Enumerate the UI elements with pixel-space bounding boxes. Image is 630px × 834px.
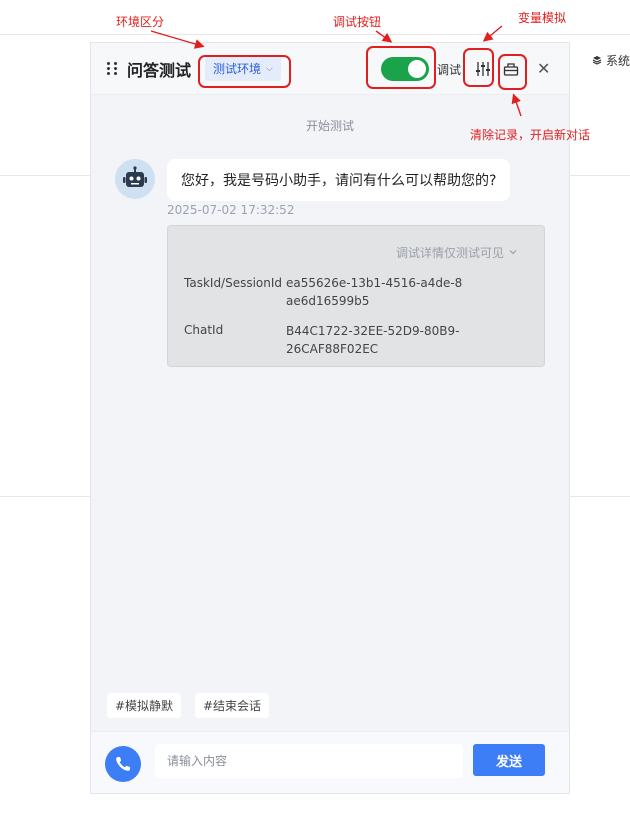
debug-label: 调试 (437, 63, 462, 77)
close-icon[interactable]: ✕ (537, 59, 550, 78)
send-button[interactable]: 发送 (473, 744, 545, 776)
message-timestamp: 2025-07-02 17:32:52 (167, 203, 295, 217)
annotation-debug-label: 调试按钮 (333, 15, 382, 29)
annotation-variable-label: 变量模拟 (518, 11, 567, 25)
chat-id-value: B44C1722-32EE-52D9-80B9-26CAF88F02EC (286, 324, 460, 356)
phone-icon (116, 757, 130, 771)
task-id-key: TaskId/SessionId (184, 276, 283, 290)
quick-action-simulate-silence[interactable]: #模拟静默 (107, 693, 182, 718)
annotation-box-clear (498, 54, 527, 90)
annotation-box-env (198, 55, 291, 88)
bg-system-menu[interactable]: 系统 (592, 52, 630, 69)
debug-details-label: 调试详情仅测试可见 (395, 246, 504, 260)
bg-system-label: 系统 (605, 54, 630, 68)
bg-divider (0, 34, 630, 35)
panel-title: 问答测试 (127, 60, 192, 80)
page: 系统 问答测试 测试环境 ⌵ 调试 ✕ 开始测试 您好，我是号码小助手，请问有什… (0, 0, 630, 834)
debug-details-card: 调试详情仅测试可见 TaskId/SessionId ea55626e-13b1… (167, 225, 545, 367)
annotation-env-label: 环境区分 (116, 15, 165, 29)
bot-avatar (115, 159, 155, 199)
layers-icon (592, 54, 602, 68)
annotation-box-debug (366, 46, 436, 89)
robot-icon (123, 166, 147, 187)
bot-message-bubble: 您好，我是号码小助手，请问有什么可以帮助您的? (167, 159, 511, 201)
input-footer: 发送 (91, 731, 569, 793)
chevron-down-icon (508, 246, 518, 260)
quick-action-end-session[interactable]: #结束会话 (195, 693, 270, 718)
task-id-value: ea55626e-13b1-4516-a4de-8ae6d16599b5 (286, 276, 463, 308)
debug-details-toggle[interactable]: 调试详情仅测试可见 (396, 244, 518, 261)
annotation-box-variable (463, 48, 494, 87)
phone-call-button[interactable] (105, 746, 141, 782)
drag-handle-icon[interactable] (107, 61, 119, 76)
chat-test-panel: 问答测试 测试环境 ⌵ 调试 ✕ 开始测试 您好，我是号码小助手，请问有什么可以… (90, 42, 570, 794)
annotation-clear-label: 清除记录，开启新对话 (470, 128, 591, 142)
chat-id-key: ChatId (184, 323, 224, 337)
message-input[interactable] (155, 744, 463, 778)
